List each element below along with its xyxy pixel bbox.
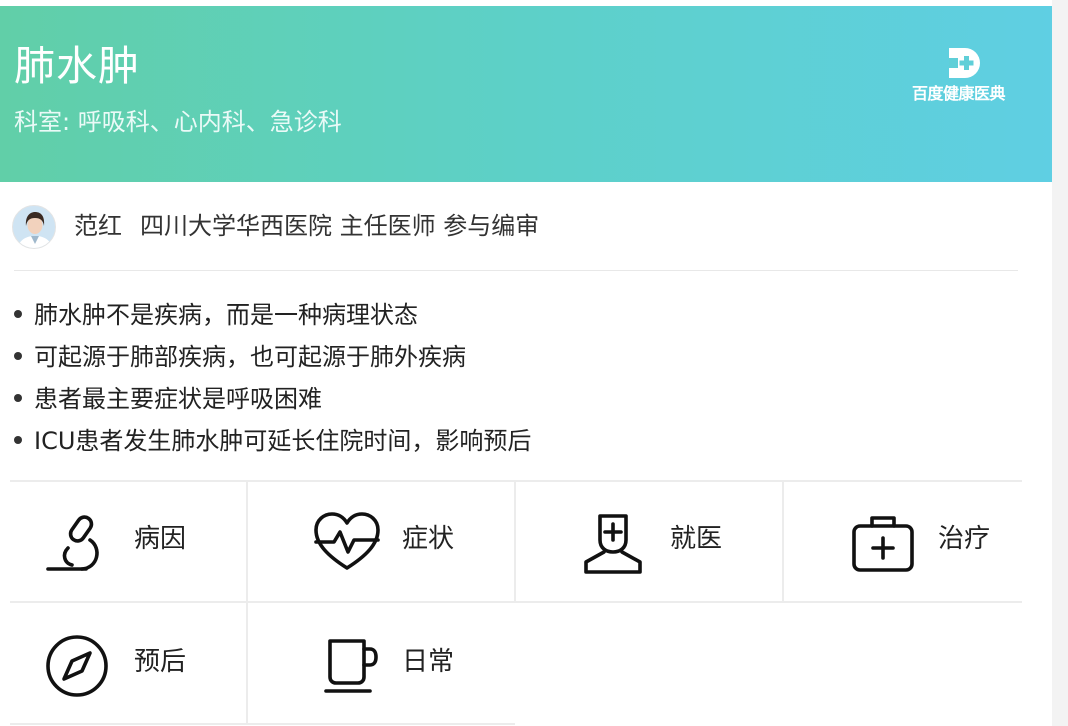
logo-text: 百度健康医典 bbox=[912, 84, 1006, 103]
heart-pulse-icon bbox=[314, 512, 380, 570]
reviewer-text: 范红 四川大学华西医院 主任医师 参与编审 bbox=[74, 212, 539, 241]
nav-label: 日常 bbox=[402, 647, 455, 677]
key-point: 患者最主要症状是呼吸困难 bbox=[14, 378, 531, 420]
bullet-icon bbox=[14, 352, 22, 360]
nav-cause[interactable]: 病因 bbox=[10, 480, 246, 602]
key-point: 肺水肿不是疾病，而是一种病理状态 bbox=[14, 294, 531, 336]
doctor-icon bbox=[584, 514, 642, 574]
key-point: ICU患者发生肺水肿可延长住院时间，影响预后 bbox=[14, 420, 531, 462]
reviewer-info: 四川大学华西医院 主任医师 参与编审 bbox=[140, 212, 540, 240]
card-header: 肺水肿 科室: 呼吸科、心内科、急诊科 百度健康医典 bbox=[0, 6, 1052, 182]
brand-logo[interactable]: 百度健康医典 bbox=[912, 46, 1020, 104]
microscope-icon bbox=[46, 515, 99, 571]
nav-label: 预后 bbox=[134, 647, 187, 677]
disease-card: 肺水肿 科室: 呼吸科、心内科、急诊科 百度健康医典 范红 四川大学华西医院 主任… bbox=[0, 6, 1052, 726]
health-logo-icon bbox=[949, 48, 980, 78]
bullet-icon bbox=[14, 394, 22, 402]
nav-label: 病因 bbox=[134, 524, 187, 554]
reviewer-name: 范红 bbox=[74, 212, 122, 240]
cup-icon bbox=[324, 639, 378, 693]
bullet-icon bbox=[14, 310, 22, 318]
nav-treatment[interactable]: 治疗 bbox=[784, 480, 1022, 602]
key-point: 可起源于肺部疾病，也可起源于肺外疾病 bbox=[14, 336, 531, 378]
nav-prognosis[interactable]: 预后 bbox=[10, 603, 246, 725]
page-background-strip bbox=[1052, 0, 1068, 726]
doctor-avatar-icon bbox=[13, 206, 55, 248]
compass-icon bbox=[46, 635, 108, 697]
reviewer-row[interactable]: 范红 四川大学华西医院 主任医师 参与编审 bbox=[0, 182, 1052, 266]
avatar bbox=[12, 205, 56, 249]
nav-label: 就医 bbox=[670, 524, 723, 554]
nav-label: 治疗 bbox=[938, 524, 991, 554]
bullet-icon bbox=[14, 436, 22, 444]
nav-symptom[interactable]: 症状 bbox=[248, 480, 514, 602]
medical-kit-icon bbox=[852, 516, 914, 572]
divider bbox=[14, 270, 1018, 271]
nav-label: 症状 bbox=[402, 524, 455, 554]
disease-title: 肺水肿 bbox=[14, 42, 140, 90]
key-points-list: 肺水肿不是疾病，而是一种病理状态 可起源于肺部疾病，也可起源于肺外疾病 患者最主… bbox=[14, 294, 531, 462]
departments: 科室: 呼吸科、心内科、急诊科 bbox=[14, 108, 342, 136]
nav-visit-doctor[interactable]: 就医 bbox=[516, 480, 782, 602]
nav-daily[interactable]: 日常 bbox=[248, 603, 514, 725]
